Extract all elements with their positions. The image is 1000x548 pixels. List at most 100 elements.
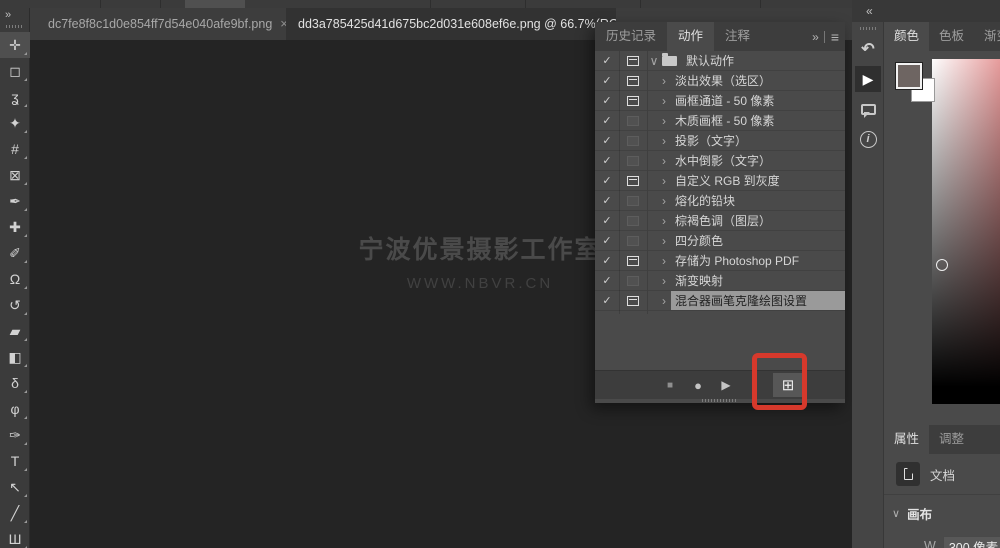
item-on-checkbox[interactable]: ✓ — [595, 194, 619, 207]
expand-chevron-icon[interactable]: › — [657, 274, 671, 288]
tool-button[interactable]: # — [0, 136, 30, 162]
dialog-toggle[interactable] — [619, 276, 647, 286]
item-on-checkbox[interactable]: ✓ — [595, 74, 619, 87]
tab-notes[interactable]: 注释 — [714, 22, 761, 51]
action-row[interactable]: ✓ › 棕褐色调（图层） — [595, 211, 845, 231]
dialog-toggle[interactable] — [619, 136, 647, 146]
document-tab[interactable]: dc7fe8f8c1d0e854ff7d54e040afe9bf.png× — [36, 8, 286, 40]
tool-button[interactable]: Ш — [0, 526, 30, 548]
expand-chevron-icon[interactable]: › — [657, 154, 671, 168]
dialog-toggle[interactable] — [619, 76, 647, 86]
tool-button[interactable]: ✒ — [0, 188, 30, 214]
tab-color[interactable]: 颜色 — [884, 22, 929, 51]
panel-icon[interactable]: ▶ — [852, 64, 884, 94]
item-on-checkbox[interactable]: ✓ — [595, 134, 619, 147]
item-on-checkbox[interactable]: ✓ — [595, 114, 619, 127]
expand-chevron-icon[interactable]: › — [657, 294, 671, 308]
tool-button[interactable]: ╱ — [0, 500, 30, 526]
tool-button[interactable]: ✦ — [0, 110, 30, 136]
expand-chevron-icon[interactable]: › — [657, 94, 671, 108]
dialog-toggle[interactable] — [619, 296, 647, 306]
expand-chevron-icon[interactable]: › — [657, 114, 671, 128]
action-row[interactable]: ✓ › 自定义 RGB 到灰度 — [595, 171, 845, 191]
strip-grip[interactable] — [860, 27, 876, 30]
item-on-checkbox[interactable]: ✓ — [595, 154, 619, 167]
options-bar-button[interactable] — [185, 0, 245, 8]
action-row[interactable]: ✓ › 熔化的铅块 — [595, 191, 845, 211]
foreground-color-swatch[interactable] — [896, 63, 922, 89]
tab-history[interactable]: 历史记录 — [595, 22, 667, 51]
document-tab-active[interactable]: dd3a785425d41d675bc2d031e608ef6e.png @ 6… — [286, 8, 616, 40]
action-name[interactable]: 投影（文字） — [671, 131, 845, 150]
panel-icon[interactable]: ↶ — [852, 34, 884, 64]
dialog-toggle[interactable] — [619, 236, 647, 246]
canvas-section-header[interactable]: ∨ 画布 — [884, 495, 1000, 523]
action-name[interactable]: 四分颜色 — [671, 231, 845, 250]
dialog-toggle[interactable] — [619, 216, 647, 226]
tab-swatches[interactable]: 色板 — [929, 22, 974, 51]
action-name[interactable]: 棕褐色调（图层） — [671, 211, 845, 230]
saturation-brightness-picker[interactable] — [932, 59, 1000, 404]
action-row[interactable]: ✓ › 存储为 Photoshop PDF — [595, 251, 845, 271]
action-row[interactable]: ✓ ∨ 默认动作 — [595, 51, 845, 71]
tool-button[interactable]: ◻ — [0, 58, 30, 84]
tool-button[interactable]: ✑ — [0, 422, 30, 448]
dialog-toggle[interactable] — [619, 96, 647, 106]
action-name[interactable]: 自定义 RGB 到灰度 — [671, 171, 845, 190]
tool-button[interactable]: ʓ — [0, 84, 30, 110]
expand-chevron-icon[interactable]: › — [657, 174, 671, 188]
item-on-checkbox[interactable]: ✓ — [595, 54, 619, 67]
action-row[interactable]: ✓ › 混合器画笔克隆绘图设置 — [595, 291, 845, 311]
expand-chevron-icon[interactable]: › — [657, 74, 671, 88]
tool-button[interactable]: φ — [0, 396, 30, 422]
panel-resize-grip[interactable] — [702, 399, 738, 402]
tab-actions[interactable]: 动作 — [667, 22, 714, 51]
dialog-toggle[interactable] — [619, 116, 647, 126]
expand-chevron-icon[interactable]: › — [657, 194, 671, 208]
footer-button[interactable] — [813, 373, 831, 397]
footer-button[interactable]: ■ — [661, 373, 679, 397]
color-picker-ring[interactable] — [936, 259, 948, 271]
tool-button[interactable]: ◧ — [0, 344, 30, 370]
tool-button[interactable]: ↺ — [0, 292, 30, 318]
dialog-toggle[interactable] — [619, 176, 647, 186]
tab-properties[interactable]: 属性 — [884, 425, 929, 454]
dialog-toggle[interactable] — [619, 256, 647, 266]
action-name[interactable]: 木质画框 - 50 像素 — [671, 111, 845, 130]
toolbar-grip[interactable] — [6, 25, 24, 28]
panel-icon[interactable]: i — [852, 124, 884, 154]
action-row[interactable]: ✓ › 水中倒影（文字） — [595, 151, 845, 171]
action-row[interactable]: ✓ › 淡出效果（选区） — [595, 71, 845, 91]
tab-adjustments[interactable]: 调整 — [929, 425, 974, 454]
item-on-checkbox[interactable]: ✓ — [595, 214, 619, 227]
footer-button[interactable]: ▶ — [717, 373, 735, 397]
action-row[interactable]: ✓ › 画框通道 - 50 像素 — [595, 91, 845, 111]
panel-icon[interactable] — [852, 94, 884, 124]
expand-chevron-icon[interactable]: › — [657, 254, 671, 268]
tab-gradients[interactable]: 渐变 — [974, 22, 1000, 51]
item-on-checkbox[interactable]: ✓ — [595, 174, 619, 187]
tool-button[interactable]: ✚ — [0, 214, 30, 240]
panel-menu-icon[interactable]: ≡ — [831, 29, 839, 45]
item-on-checkbox[interactable]: ✓ — [595, 294, 619, 307]
action-name[interactable]: 存储为 Photoshop PDF — [671, 251, 845, 270]
expand-chevron-icon[interactable]: ∨ — [647, 54, 661, 68]
dock-collapse-icon[interactable]: « — [866, 4, 872, 18]
item-on-checkbox[interactable]: ✓ — [595, 254, 619, 267]
expand-chevron-icon[interactable]: › — [657, 214, 671, 228]
panel-collapse-icon[interactable]: » — [812, 30, 818, 44]
tool-button[interactable]: ✛ — [0, 32, 30, 58]
action-name[interactable]: 默认动作 — [682, 51, 845, 70]
item-on-checkbox[interactable]: ✓ — [595, 274, 619, 287]
action-name[interactable]: 淡出效果（选区） — [671, 71, 845, 90]
dialog-toggle[interactable] — [619, 196, 647, 206]
action-name[interactable]: 混合器画笔克隆绘图设置 — [671, 291, 845, 310]
tool-button[interactable]: ▰ — [0, 318, 30, 344]
tool-button[interactable]: ✐ — [0, 240, 30, 266]
item-on-checkbox[interactable]: ✓ — [595, 234, 619, 247]
expand-chevron-icon[interactable]: › — [657, 134, 671, 148]
action-name[interactable]: 熔化的铅块 — [671, 191, 845, 210]
action-row[interactable]: ✓ › 木质画框 - 50 像素 — [595, 111, 845, 131]
dialog-toggle[interactable] — [619, 156, 647, 166]
tool-button[interactable]: Ω — [0, 266, 30, 292]
